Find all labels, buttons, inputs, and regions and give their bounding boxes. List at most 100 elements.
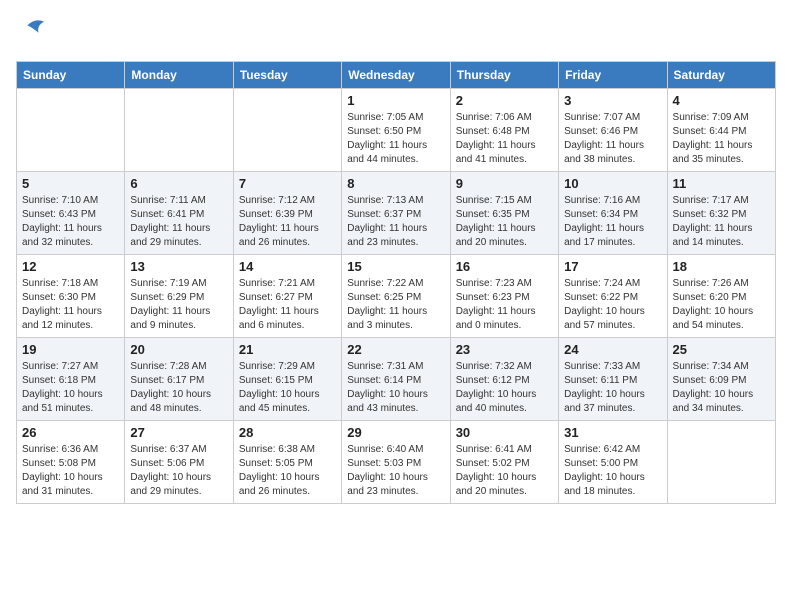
calendar-cell: 8 Sunrise: 7:13 AM Sunset: 6:37 PM Daylig… <box>342 171 450 254</box>
calendar-cell: 2 Sunrise: 7:06 AM Sunset: 6:48 PM Daylig… <box>450 88 558 171</box>
calendar-cell: 31Sunrise: 6:42 AM Sunset: 5:00 PM Dayli… <box>559 420 667 503</box>
calendar-cell: 30Sunrise: 6:41 AM Sunset: 5:02 PM Dayli… <box>450 420 558 503</box>
day-info: Sunrise: 7:13 AM Sunset: 6:37 PM Dayligh… <box>347 194 444 250</box>
calendar-cell <box>233 88 341 171</box>
day-info: Sunrise: 7:24 AM Sunset: 6:22 PM Dayligh… <box>564 277 661 333</box>
weekday-header-wednesday: Wednesday <box>342 61 450 88</box>
day-number: 5 <box>22 176 119 191</box>
day-info: Sunrise: 7:27 AM Sunset: 6:18 PM Dayligh… <box>22 360 119 416</box>
calendar-cell: 27 Sunrise: 6:37 AM Sunset: 5:06 PM Dayli… <box>125 420 233 503</box>
day-number: 19 <box>22 342 119 357</box>
calendar-week-row: 5Sunrise: 7:10 AM Sunset: 6:43 PM Daylig… <box>17 171 776 254</box>
day-info: Sunrise: 6:42 AM Sunset: 5:00 PM Dayligh… <box>564 443 661 499</box>
calendar-cell: 24 Sunrise: 7:33 AM Sunset: 6:11 PM Dayli… <box>559 337 667 420</box>
page-header <box>16 16 776 49</box>
day-info: Sunrise: 7:07 AM Sunset: 6:46 PM Dayligh… <box>564 111 661 167</box>
calendar-cell: 29 Sunrise: 6:40 AM Sunset: 5:03 PM Dayli… <box>342 420 450 503</box>
day-info: Sunrise: 7:31 AM Sunset: 6:14 PM Dayligh… <box>347 360 444 416</box>
day-info: Sunrise: 7:22 AM Sunset: 6:25 PM Dayligh… <box>347 277 444 333</box>
day-number: 26 <box>22 425 119 440</box>
day-number: 7 <box>239 176 336 191</box>
weekday-header-saturday: Saturday <box>667 61 775 88</box>
day-number: 4 <box>673 93 770 108</box>
weekday-header-sunday: Sunday <box>17 61 125 88</box>
day-number: 3 <box>564 93 661 108</box>
calendar-cell: 11 Sunrise: 7:17 AM Sunset: 6:32 PM Dayli… <box>667 171 775 254</box>
day-number: 10 <box>564 176 661 191</box>
day-info: Sunrise: 6:38 AM Sunset: 5:05 PM Dayligh… <box>239 443 336 499</box>
calendar-cell: 12Sunrise: 7:18 AM Sunset: 6:30 PM Dayli… <box>17 254 125 337</box>
day-number: 2 <box>456 93 553 108</box>
calendar-cell: 22 Sunrise: 7:31 AM Sunset: 6:14 PM Dayli… <box>342 337 450 420</box>
calendar-cell: 23Sunrise: 7:32 AM Sunset: 6:12 PM Dayli… <box>450 337 558 420</box>
day-number: 22 <box>347 342 444 357</box>
day-number: 14 <box>239 259 336 274</box>
calendar-week-row: 26 Sunrise: 6:36 AM Sunset: 5:08 PM Dayli… <box>17 420 776 503</box>
day-number: 18 <box>673 259 770 274</box>
weekday-header-thursday: Thursday <box>450 61 558 88</box>
day-info: Sunrise: 7:33 AM Sunset: 6:11 PM Dayligh… <box>564 360 661 416</box>
calendar-cell: 28Sunrise: 6:38 AM Sunset: 5:05 PM Dayli… <box>233 420 341 503</box>
calendar-cell: 13 Sunrise: 7:19 AM Sunset: 6:29 PM Dayli… <box>125 254 233 337</box>
day-number: 25 <box>673 342 770 357</box>
day-info: Sunrise: 7:32 AM Sunset: 6:12 PM Dayligh… <box>456 360 553 416</box>
logo-bird-icon <box>18 16 46 44</box>
calendar-cell <box>667 420 775 503</box>
day-number: 8 <box>347 176 444 191</box>
weekday-header-row: SundayMondayTuesdayWednesdayThursdayFrid… <box>17 61 776 88</box>
day-number: 1 <box>347 93 444 108</box>
day-info: Sunrise: 6:40 AM Sunset: 5:03 PM Dayligh… <box>347 443 444 499</box>
weekday-header-friday: Friday <box>559 61 667 88</box>
calendar-cell: 5Sunrise: 7:10 AM Sunset: 6:43 PM Daylig… <box>17 171 125 254</box>
day-info: Sunrise: 7:09 AM Sunset: 6:44 PM Dayligh… <box>673 111 770 167</box>
logo <box>16 16 46 49</box>
day-info: Sunrise: 6:36 AM Sunset: 5:08 PM Dayligh… <box>22 443 119 499</box>
day-number: 12 <box>22 259 119 274</box>
calendar-table: SundayMondayTuesdayWednesdayThursdayFrid… <box>16 61 776 504</box>
calendar-cell: 26 Sunrise: 6:36 AM Sunset: 5:08 PM Dayli… <box>17 420 125 503</box>
calendar-cell: 1 Sunrise: 7:05 AM Sunset: 6:50 PM Daylig… <box>342 88 450 171</box>
day-info: Sunrise: 7:26 AM Sunset: 6:20 PM Dayligh… <box>673 277 770 333</box>
calendar-cell: 20 Sunrise: 7:28 AM Sunset: 6:17 PM Dayli… <box>125 337 233 420</box>
day-info: Sunrise: 7:21 AM Sunset: 6:27 PM Dayligh… <box>239 277 336 333</box>
calendar-cell: 9 Sunrise: 7:15 AM Sunset: 6:35 PM Daylig… <box>450 171 558 254</box>
day-info: Sunrise: 7:34 AM Sunset: 6:09 PM Dayligh… <box>673 360 770 416</box>
day-number: 17 <box>564 259 661 274</box>
day-info: Sunrise: 7:05 AM Sunset: 6:50 PM Dayligh… <box>347 111 444 167</box>
calendar-cell: 3 Sunrise: 7:07 AM Sunset: 6:46 PM Daylig… <box>559 88 667 171</box>
day-info: Sunrise: 7:16 AM Sunset: 6:34 PM Dayligh… <box>564 194 661 250</box>
day-number: 24 <box>564 342 661 357</box>
day-number: 6 <box>130 176 227 191</box>
calendar-cell: 6 Sunrise: 7:11 AM Sunset: 6:41 PM Daylig… <box>125 171 233 254</box>
day-number: 27 <box>130 425 227 440</box>
day-number: 21 <box>239 342 336 357</box>
calendar-cell: 18 Sunrise: 7:26 AM Sunset: 6:20 PM Dayli… <box>667 254 775 337</box>
day-info: Sunrise: 7:29 AM Sunset: 6:15 PM Dayligh… <box>239 360 336 416</box>
calendar-week-row: 19 Sunrise: 7:27 AM Sunset: 6:18 PM Dayli… <box>17 337 776 420</box>
day-number: 13 <box>130 259 227 274</box>
day-info: Sunrise: 7:15 AM Sunset: 6:35 PM Dayligh… <box>456 194 553 250</box>
day-info: Sunrise: 7:06 AM Sunset: 6:48 PM Dayligh… <box>456 111 553 167</box>
day-info: Sunrise: 7:17 AM Sunset: 6:32 PM Dayligh… <box>673 194 770 250</box>
calendar-cell: 10 Sunrise: 7:16 AM Sunset: 6:34 PM Dayli… <box>559 171 667 254</box>
day-info: Sunrise: 7:28 AM Sunset: 6:17 PM Dayligh… <box>130 360 227 416</box>
day-info: Sunrise: 7:12 AM Sunset: 6:39 PM Dayligh… <box>239 194 336 250</box>
calendar-cell <box>17 88 125 171</box>
calendar-cell: 19 Sunrise: 7:27 AM Sunset: 6:18 PM Dayli… <box>17 337 125 420</box>
calendar-cell: 21 Sunrise: 7:29 AM Sunset: 6:15 PM Dayli… <box>233 337 341 420</box>
calendar-cell: 25 Sunrise: 7:34 AM Sunset: 6:09 PM Dayli… <box>667 337 775 420</box>
calendar-cell <box>125 88 233 171</box>
calendar-cell: 16Sunrise: 7:23 AM Sunset: 6:23 PM Dayli… <box>450 254 558 337</box>
day-number: 30 <box>456 425 553 440</box>
calendar-cell: 7 Sunrise: 7:12 AM Sunset: 6:39 PM Daylig… <box>233 171 341 254</box>
day-info: Sunrise: 7:19 AM Sunset: 6:29 PM Dayligh… <box>130 277 227 333</box>
day-number: 11 <box>673 176 770 191</box>
weekday-header-tuesday: Tuesday <box>233 61 341 88</box>
calendar-cell: 15Sunrise: 7:22 AM Sunset: 6:25 PM Dayli… <box>342 254 450 337</box>
day-info: Sunrise: 6:37 AM Sunset: 5:06 PM Dayligh… <box>130 443 227 499</box>
day-number: 16 <box>456 259 553 274</box>
day-number: 9 <box>456 176 553 191</box>
day-number: 29 <box>347 425 444 440</box>
day-number: 20 <box>130 342 227 357</box>
day-info: Sunrise: 7:11 AM Sunset: 6:41 PM Dayligh… <box>130 194 227 250</box>
